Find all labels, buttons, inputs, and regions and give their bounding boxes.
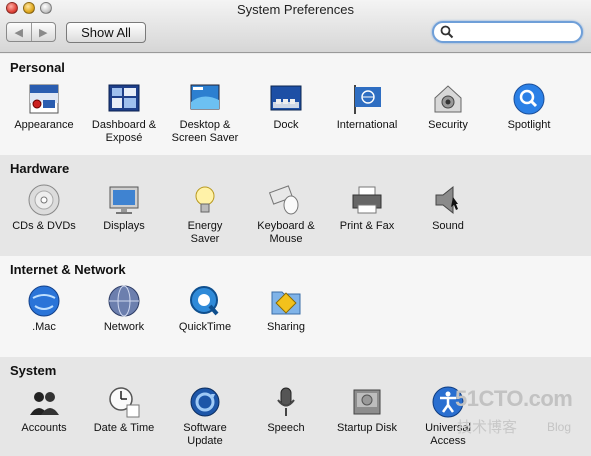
back-forward-control: ◀ ▶ bbox=[6, 22, 56, 42]
pane-label: Accounts bbox=[21, 422, 67, 434]
pane-sound[interactable]: Sound bbox=[408, 181, 488, 256]
window-title: System Preferences bbox=[236, 2, 355, 17]
startup-disk-icon bbox=[353, 389, 381, 415]
search-input[interactable] bbox=[456, 24, 578, 42]
pane-label: Startup Disk bbox=[337, 422, 397, 434]
pane-desktop-screensaver[interactable]: Desktop & Screen Saver bbox=[165, 80, 245, 155]
pane-security[interactable]: Security bbox=[408, 80, 488, 155]
pane-speech[interactable]: Speech bbox=[246, 383, 326, 456]
software-update-icon bbox=[190, 387, 220, 417]
pane-energy-saver[interactable]: Energy Saver bbox=[165, 181, 245, 256]
pane-label: Sharing bbox=[267, 321, 305, 333]
forward-button[interactable]: ▶ bbox=[30, 23, 56, 41]
search-field[interactable] bbox=[432, 21, 583, 43]
pane-label: Dock bbox=[273, 119, 299, 131]
desktop-screensaver-icon bbox=[190, 84, 220, 110]
pane-label: .Mac bbox=[32, 321, 56, 333]
pane-label: Spotlight bbox=[507, 119, 551, 131]
international-icon bbox=[354, 85, 381, 114]
sharing-icon bbox=[271, 291, 301, 315]
pane-label: Sound bbox=[432, 220, 464, 232]
pane-label: Energy Saver bbox=[187, 220, 223, 245]
pane-appearance[interactable]: Appearance bbox=[4, 80, 84, 155]
back-button[interactable]: ◀ bbox=[7, 23, 31, 41]
pane-date-time[interactable]: Date & Time bbox=[84, 383, 164, 456]
pane-displays[interactable]: Displays bbox=[84, 181, 164, 256]
pane-label: Security bbox=[428, 119, 468, 131]
section-personal: Personal Appearance Dashboard & Exposé D… bbox=[0, 54, 591, 155]
sound-icon bbox=[435, 185, 458, 215]
pane-cds-dvds[interactable]: CDs & DVDs bbox=[4, 181, 84, 256]
pane-label: Software Update bbox=[183, 422, 227, 447]
pane-startup-disk[interactable]: Startup Disk bbox=[327, 383, 407, 456]
pane-universal-access[interactable]: Universal Access bbox=[408, 383, 488, 456]
pane-dotmac[interactable]: .Mac bbox=[4, 282, 84, 357]
pane-sharing[interactable]: Sharing bbox=[246, 282, 326, 357]
dotmac-icon bbox=[28, 285, 60, 317]
section-hardware: Hardware CDs & DVDs Displays Energy Save… bbox=[0, 155, 591, 256]
pane-label: International bbox=[336, 119, 398, 131]
section-title: Internet & Network bbox=[10, 262, 126, 277]
section-title: Hardware bbox=[10, 161, 70, 176]
pane-spotlight[interactable]: Spotlight bbox=[489, 80, 569, 155]
spotlight-icon bbox=[513, 83, 545, 115]
show-all-button[interactable]: Show All bbox=[66, 22, 146, 43]
keyboard-mouse-icon bbox=[269, 185, 299, 215]
section-title: Personal bbox=[10, 60, 65, 75]
dock-icon bbox=[270, 85, 302, 111]
pane-label: Desktop & Screen Saver bbox=[171, 119, 239, 144]
pane-print-fax[interactable]: Print & Fax bbox=[327, 181, 407, 256]
pane-network[interactable]: Network bbox=[84, 282, 164, 357]
pane-accounts[interactable]: Accounts bbox=[4, 383, 84, 456]
cds-dvds-icon bbox=[28, 184, 60, 216]
section-title: System bbox=[10, 363, 57, 378]
date-time-icon bbox=[109, 387, 140, 418]
dashboard-expose-icon bbox=[108, 84, 140, 112]
pane-label: Print & Fax bbox=[339, 220, 395, 232]
forward-arrow-icon: ▶ bbox=[39, 26, 48, 39]
pane-label: QuickTime bbox=[178, 321, 232, 333]
speech-icon bbox=[277, 387, 295, 416]
pane-label: Network bbox=[103, 321, 145, 333]
title-bar: System Preferences ◀ ▶ Show All bbox=[0, 0, 591, 53]
pane-label: CDs & DVDs bbox=[12, 220, 76, 232]
print-fax-icon bbox=[352, 186, 382, 214]
pane-label: Universal Access bbox=[425, 422, 471, 447]
pane-quicktime[interactable]: QuickTime bbox=[165, 282, 245, 357]
section-internet-network: Internet & Network .Mac Network QuickTim… bbox=[0, 256, 591, 357]
appearance-icon bbox=[29, 84, 59, 114]
pane-label: Speech bbox=[267, 422, 305, 434]
back-arrow-icon: ◀ bbox=[14, 26, 23, 39]
universal-access-icon bbox=[432, 386, 464, 418]
pane-keyboard-mouse[interactable]: Keyboard & Mouse bbox=[246, 181, 326, 256]
pane-label: Displays bbox=[103, 220, 145, 232]
pane-software-update[interactable]: Software Update bbox=[165, 383, 245, 456]
displays-icon bbox=[109, 186, 139, 214]
security-icon bbox=[434, 85, 462, 113]
energy-saver-icon bbox=[195, 186, 215, 213]
pane-label: Date & Time bbox=[93, 422, 155, 434]
section-system: System Accounts Date & Time Software Upd… bbox=[0, 357, 591, 456]
search-icon bbox=[440, 25, 454, 39]
pane-dashboard-expose[interactable]: Dashboard & Exposé bbox=[84, 80, 164, 155]
pane-international[interactable]: International bbox=[327, 80, 407, 155]
quicktime-icon bbox=[190, 286, 219, 316]
pane-dock[interactable]: Dock bbox=[246, 80, 326, 155]
pane-label: Dashboard & Exposé bbox=[91, 119, 157, 144]
pane-label: Appearance bbox=[14, 119, 74, 131]
accounts-icon bbox=[30, 392, 59, 415]
network-icon bbox=[108, 285, 140, 317]
pane-label: Keyboard & Mouse bbox=[257, 220, 315, 245]
system-preferences-window: System Preferences ◀ ▶ Show All Personal bbox=[0, 0, 591, 456]
